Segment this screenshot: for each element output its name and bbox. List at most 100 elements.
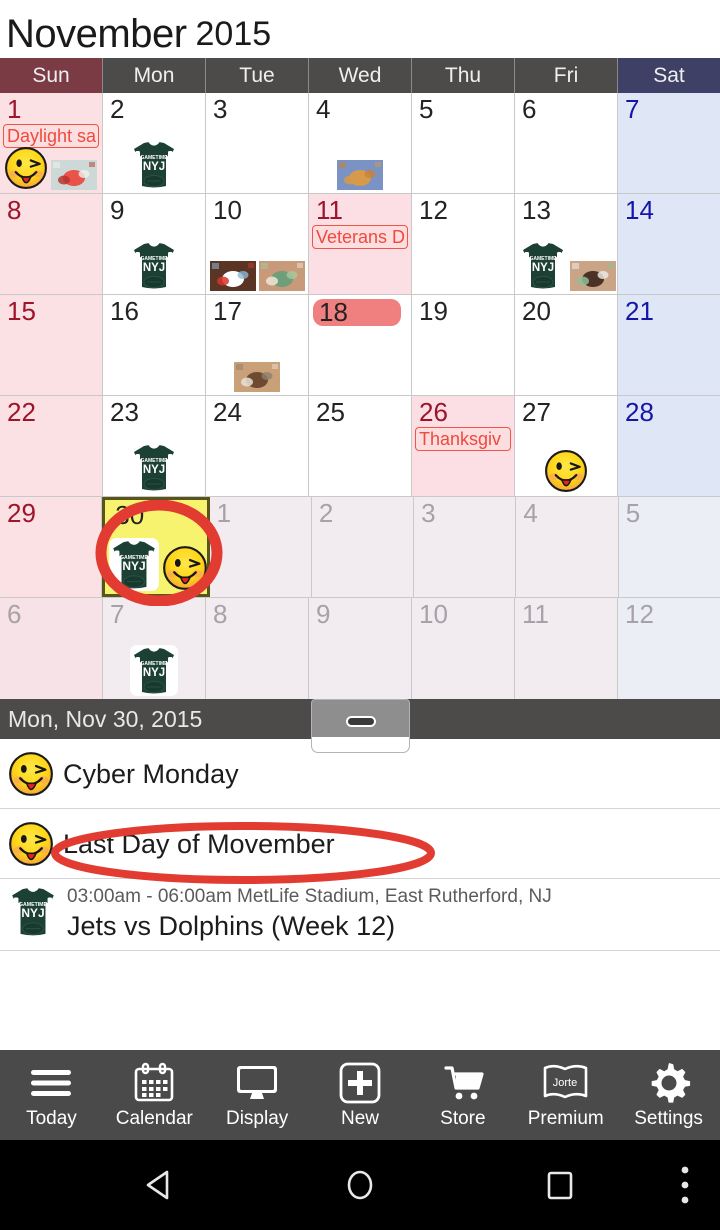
day-cell-30[interactable]: 30 GAMETIME NYJ <box>102 497 210 597</box>
day-cell-other-9[interactable]: 9 <box>309 598 412 699</box>
week-row: 89 GAMETIME NYJ 10 11 Veterans D 12 13 GAME… <box>0 194 720 295</box>
day-cell-18[interactable]: 18 <box>309 295 412 395</box>
home-button[interactable] <box>330 1140 390 1230</box>
day-event-chip[interactable]: Daylight sa <box>3 124 99 148</box>
day-cell-5[interactable]: 5 <box>412 93 515 193</box>
day-number: 9 <box>316 599 331 629</box>
day-cell-26[interactable]: 26 Thanksgiv <box>412 396 515 496</box>
day-cell-other-8[interactable]: 8 <box>206 598 309 699</box>
winking-smiley-icon <box>545 450 587 492</box>
nyj-jersey-icon: GAMETIME NYJ <box>519 240 567 291</box>
day-cell-23[interactable]: 23 GAMETIME NYJ <box>103 396 206 496</box>
photo-choc-thumbnail <box>210 261 256 291</box>
day-event-chip[interactable]: Veterans D <box>312 225 408 249</box>
day-cell-other-7[interactable]: 7 GAMETIME NYJ <box>103 598 206 699</box>
day-cell-other-11[interactable]: 11 <box>515 598 618 699</box>
svg-text:NYJ: NYJ <box>123 559 146 573</box>
toolbar-item-label: Display <box>225 1107 289 1129</box>
toolbar-item-today[interactable]: Today <box>0 1050 103 1140</box>
day-number: 5 <box>625 498 641 528</box>
calendar-icon <box>132 1061 176 1105</box>
day-cell-11[interactable]: 11 Veterans D <box>309 194 412 294</box>
photo-board-thumbnail <box>570 261 616 291</box>
day-number: 22 <box>7 397 36 427</box>
day-icon-strip: GAMETIME NYJ <box>103 442 205 493</box>
event-row[interactable]: Last Day of Movember <box>0 809 720 879</box>
photo-food-thumbnail <box>337 160 383 190</box>
day-icon-strip: GAMETIME NYJ <box>103 139 205 190</box>
recents-button[interactable] <box>530 1140 590 1230</box>
plus-square-icon <box>339 1061 381 1105</box>
jorte-book-icon: Jorte <box>542 1061 590 1105</box>
day-cell-15[interactable]: 15 <box>0 295 103 395</box>
event-row[interactable]: GAMETIME NYJ 03:00am - 06:00am MetLife S… <box>0 879 720 951</box>
selected-date-bar: Mon, Nov 30, 2015 <box>0 699 720 753</box>
month-name: November <box>6 12 187 56</box>
day-cell-22[interactable]: 22 <box>0 396 103 496</box>
day-cell-13[interactable]: 13 GAMETIME NYJ <box>515 194 618 294</box>
winking-smiley-icon <box>5 147 47 189</box>
toolbar-item-new[interactable]: New <box>309 1050 412 1140</box>
day-cell-other-12[interactable]: 12 <box>618 598 720 699</box>
day-cell-other-6[interactable]: 6 <box>0 598 103 699</box>
weekday-header-thu: Thu <box>412 58 515 93</box>
day-cell-9[interactable]: 9 GAMETIME NYJ <box>103 194 206 294</box>
day-number: 1 <box>7 94 22 124</box>
day-cell-6[interactable]: 6 <box>515 93 618 193</box>
day-cell-20[interactable]: 20 <box>515 295 618 395</box>
day-cell-other-10[interactable]: 10 <box>412 598 515 699</box>
day-cell-28[interactable]: 28 <box>618 396 720 496</box>
nyj-jersey-icon: GAMETIME NYJ <box>109 538 160 591</box>
day-event-chip[interactable]: Thanksgiv <box>415 427 511 451</box>
day-number: 8 <box>213 599 228 629</box>
day-number: 28 <box>625 397 654 427</box>
day-cell-other-2[interactable]: 2 <box>311 497 415 597</box>
day-number: 18 <box>319 297 348 327</box>
toolbar-item-display[interactable]: Display <box>206 1050 309 1140</box>
day-cell-29[interactable]: 29 <box>0 497 103 597</box>
nyj-jersey-icon: GAMETIME NYJ <box>130 645 178 696</box>
day-cell-10[interactable]: 10 <box>206 194 309 294</box>
weekday-header-sun: Sun <box>0 58 103 93</box>
toolbar-item-premium[interactable]: Jorte Premium <box>514 1050 617 1140</box>
day-cell-other-4[interactable]: 4 <box>516 497 619 597</box>
toolbar-item-calendar[interactable]: Calendar <box>103 1050 206 1140</box>
day-cell-7[interactable]: 7 <box>618 93 720 193</box>
day-number: 20 <box>522 296 551 326</box>
day-number: 2 <box>318 498 334 528</box>
day-cell-4[interactable]: 4 <box>309 93 412 193</box>
panel-collapse-handle[interactable] <box>311 699 410 753</box>
day-number: 9 <box>110 195 125 225</box>
toolbar-item-settings[interactable]: Settings <box>617 1050 720 1140</box>
day-cell-3[interactable]: 3 <box>206 93 309 193</box>
day-cell-other-3[interactable]: 3 <box>414 497 517 597</box>
day-cell-other-1[interactable]: 1 <box>209 497 312 597</box>
day-cell-17[interactable]: 17 <box>206 295 309 395</box>
month-title-bar[interactable]: November 2015 <box>0 0 720 58</box>
day-cell-27[interactable]: 27 <box>515 396 618 496</box>
day-cell-16[interactable]: 16 <box>103 295 206 395</box>
day-icon-strip <box>309 160 411 190</box>
day-number: 2 <box>110 94 125 124</box>
toolbar-item-label: New <box>341 1107 380 1129</box>
day-cell-25[interactable]: 25 <box>309 396 412 496</box>
day-cell-12[interactable]: 12 <box>412 194 515 294</box>
day-cell-1[interactable]: 1 Daylight sa <box>0 93 103 193</box>
day-cell-other-5[interactable]: 5 <box>618 497 720 597</box>
day-cell-2[interactable]: 2 GAMETIME NYJ <box>103 93 206 193</box>
event-title: Jets vs Dolphins (Week 12) <box>67 911 396 941</box>
day-number: 4 <box>316 94 331 124</box>
overflow-button[interactable] <box>660 1140 710 1230</box>
day-number: 27 <box>522 397 551 427</box>
day-number: 12 <box>419 195 448 225</box>
square-recents-icon <box>547 1171 573 1200</box>
day-number: 21 <box>625 296 654 326</box>
day-cell-24[interactable]: 24 <box>206 396 309 496</box>
day-cell-14[interactable]: 14 <box>618 194 720 294</box>
day-cell-21[interactable]: 21 <box>618 295 720 395</box>
day-cell-19[interactable]: 19 <box>412 295 515 395</box>
back-button[interactable] <box>131 1140 191 1230</box>
toolbar-item-store[interactable]: Store <box>411 1050 514 1140</box>
day-cell-8[interactable]: 8 <box>0 194 103 294</box>
svg-text:Jorte: Jorte <box>552 1077 576 1089</box>
